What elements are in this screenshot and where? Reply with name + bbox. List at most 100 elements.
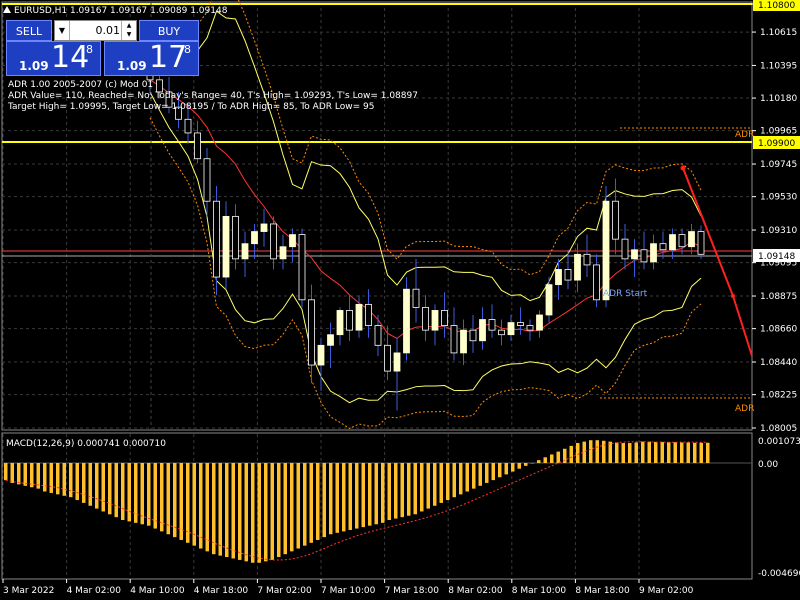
- macd-bar: [621, 443, 625, 463]
- macd-bar: [10, 463, 14, 483]
- buy-price-box[interactable]: 1.09 17 8: [104, 40, 199, 76]
- macd-bar: [420, 463, 424, 512]
- macd-bar: [329, 463, 333, 535]
- macd-bar: [452, 463, 456, 498]
- time-axis[interactable]: 3 Mar 2022 4 Mar 02:00 4 Mar 10:00 4 Mar 18…: [2, 579, 694, 596]
- candle-body: [669, 234, 676, 251]
- macd-bar: [550, 454, 554, 463]
- price-tick-label: 1.10395: [760, 61, 797, 71]
- macd-bar: [205, 463, 209, 552]
- macd-bar: [108, 463, 112, 515]
- sell-button[interactable]: SELL: [6, 20, 52, 41]
- macd-bar: [147, 463, 151, 526]
- macd-bar: [543, 457, 547, 463]
- price-tick-label: 1.09310: [760, 226, 797, 236]
- time-tick-label: 7 Mar 18:00: [385, 586, 440, 596]
- candle-body: [526, 325, 534, 331]
- macd-bar: [244, 463, 248, 562]
- macd-bar: [400, 463, 404, 518]
- time-tick-label: 8 Mar 10:00: [512, 586, 567, 596]
- candle-body: [270, 223, 277, 260]
- candle-body: [564, 269, 572, 281]
- macd-bar: [56, 463, 60, 495]
- candle-body: [422, 306, 429, 331]
- macd-bar: [407, 463, 411, 516]
- macd-bottom-value: -0.004696: [758, 569, 800, 579]
- candle-body: [317, 344, 325, 366]
- candle-body: [650, 243, 657, 263]
- macd-bar: [166, 463, 170, 535]
- macd-bar: [270, 463, 274, 560]
- macd-bar: [101, 463, 105, 512]
- time-tick-label: 8 Mar 18:00: [575, 586, 630, 596]
- buy-price-pips: 17: [149, 40, 188, 75]
- candle-body: [308, 299, 315, 366]
- macd-bar: [530, 463, 534, 464]
- macd-bar: [446, 463, 450, 501]
- macd-bar: [342, 463, 346, 532]
- macd-bar: [49, 463, 53, 493]
- time-tick-label: 4 Mar 18:00: [194, 586, 249, 596]
- candle-body: [184, 118, 192, 134]
- macd-bar: [459, 463, 463, 495]
- price-axis[interactable]: 1.10615 1.10395 1.10180 1.09965 1.09745 1.095…: [752, 3, 797, 434]
- lot-spinner-icon[interactable]: ▲ ▼: [121, 21, 136, 40]
- macd-bar: [498, 463, 502, 478]
- candle-body: [640, 249, 648, 263]
- time-tick-label: 4 Mar 10:00: [130, 586, 185, 596]
- macd-bar: [316, 463, 320, 540]
- price-tick-label: 1.08660: [760, 325, 797, 335]
- macd-bar: [231, 463, 235, 559]
- time-tick-label: 9 Mar 02:00: [639, 586, 694, 596]
- macd-bar: [589, 440, 593, 463]
- price-tick-label: 1.08225: [760, 391, 797, 401]
- macd-bar: [511, 463, 515, 472]
- macd-bar: [355, 463, 359, 529]
- macd-bar: [368, 463, 372, 526]
- price-tick-label: 1.09530: [760, 193, 797, 203]
- candle-body: [536, 314, 543, 331]
- macd-bar: [192, 463, 196, 546]
- price-chart[interactable]: ADR ADR ADR Start EURUSD,H1 1.09167 1.09…: [0, 0, 800, 600]
- sell-price-prefix: 1.09: [19, 59, 49, 73]
- candle-body: [612, 200, 619, 240]
- macd-bar: [439, 463, 443, 503]
- candle-body: [488, 319, 496, 331]
- candle-body: [441, 310, 448, 327]
- price-tick-label: 1.09745: [760, 160, 797, 170]
- macd-bar: [17, 463, 21, 485]
- price-tick-label: 1.10615: [760, 28, 797, 38]
- macd-bar: [686, 442, 690, 463]
- price-tick-label: 1.08875: [760, 292, 797, 302]
- sell-price-box[interactable]: 1.09 14 8: [6, 40, 101, 76]
- candle-body: [403, 288, 410, 354]
- macd-bar: [634, 442, 638, 463]
- candle-body: [194, 132, 201, 160]
- candle-body: [450, 325, 458, 354]
- candle-body: [289, 234, 296, 248]
- macd-bar: [387, 463, 391, 520]
- macd-bar: [69, 463, 73, 498]
- adr-high-label: ADR: [735, 130, 754, 140]
- candle-body: [412, 288, 420, 308]
- macd-bar: [277, 463, 281, 558]
- lot-size-control: ▼ ▲▼: [54, 20, 137, 41]
- macd-bar: [257, 463, 261, 563]
- macd-bar: [667, 442, 671, 463]
- lot-dropdown-icon[interactable]: ▼: [55, 21, 70, 40]
- buy-button[interactable]: BUY: [139, 20, 199, 41]
- one-click-trading-panel: SELL ▼ ▲▼ BUY 1.09 14 8 1.09 17 8: [6, 20, 199, 76]
- macd-title: MACD(12,26,9) 0.000741 0.000710: [6, 439, 166, 449]
- macd-bar: [251, 463, 255, 563]
- candle-body: [355, 303, 363, 331]
- macd-bar: [225, 463, 229, 558]
- macd-bar: [576, 443, 580, 463]
- macd-bar: [309, 463, 313, 543]
- candle-body: [374, 325, 382, 346]
- macd-bar: [82, 463, 86, 503]
- candle-body: [203, 158, 211, 202]
- lot-size-input[interactable]: [70, 22, 120, 38]
- macd-top-value: 0.001073: [758, 437, 800, 447]
- candle-body: [431, 310, 439, 331]
- adr-start-label: ADR Start: [603, 289, 648, 299]
